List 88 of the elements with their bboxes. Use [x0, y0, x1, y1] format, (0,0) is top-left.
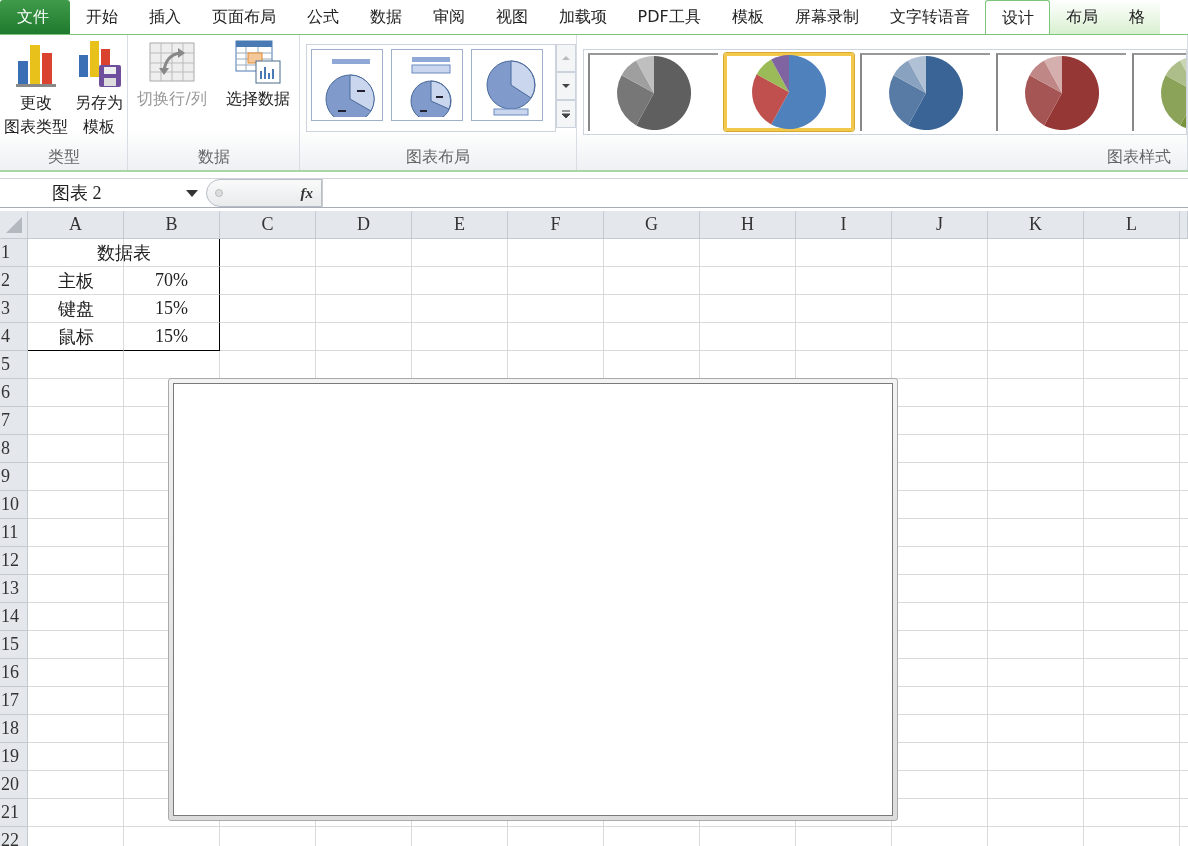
ribbon-button[interactable]: 另存为 模板 — [75, 39, 124, 139]
ribbon-tab[interactable]: 屏幕录制 — [779, 0, 875, 34]
chart-style-thumbnail[interactable] — [588, 53, 718, 131]
row-header[interactable]: 12 — [0, 547, 28, 575]
column-header[interactable]: H — [700, 211, 796, 239]
ribbon-tab[interactable]: 布局 — [1050, 0, 1114, 34]
group-label: 类型 — [46, 146, 81, 168]
insert-function-button[interactable]: fx — [300, 184, 313, 202]
chart-style-thumbnail[interactable] — [996, 53, 1126, 131]
row-header[interactable]: 5 — [0, 351, 28, 379]
name-box-value: 图表 2 — [52, 182, 102, 205]
chart-style-thumbnail[interactable] — [724, 53, 854, 131]
column-header[interactable]: D — [316, 211, 412, 239]
ribbon-tab[interactable]: 视图 — [480, 0, 543, 34]
ribbon-button[interactable]: 选择数据 — [225, 39, 290, 111]
pie-chart-icon — [616, 55, 692, 131]
row-header[interactable]: 22 — [0, 827, 28, 846]
column-header[interactable]: C — [220, 211, 316, 239]
row-header[interactable]: 20 — [0, 771, 28, 799]
more-button[interactable] — [556, 100, 576, 128]
column-header[interactable]: F — [508, 211, 604, 239]
pie-chart-icon — [1024, 55, 1100, 131]
file-tab[interactable]: 文件 — [0, 0, 70, 34]
row-header[interactable]: 4 — [0, 323, 28, 351]
column-header[interactable]: K — [988, 211, 1084, 239]
ribbon-tab[interactable]: 页面布局 — [196, 0, 291, 34]
row-header[interactable]: 3 — [0, 295, 28, 323]
column-header[interactable]: G — [604, 211, 700, 239]
table-cell: 15% — [124, 295, 220, 323]
row-header[interactable]: 6 — [0, 379, 28, 407]
table-cell: 15% — [124, 323, 220, 351]
row-header[interactable]: 21 — [0, 799, 28, 827]
column-header[interactable]: B — [124, 211, 220, 239]
row-header[interactable]: 19 — [0, 743, 28, 771]
row-header[interactable]: 16 — [0, 659, 28, 687]
layout-thumbnail[interactable] — [311, 49, 383, 121]
group-label: 数据 — [196, 146, 231, 168]
caret-down-icon — [560, 81, 572, 91]
ribbon-tab[interactable]: 模板 — [716, 0, 780, 34]
column-header[interactable]: J — [892, 211, 988, 239]
ribbon-button[interactable]: 更改 图表类型 — [3, 39, 68, 139]
scroll-down-button[interactable] — [556, 72, 576, 100]
row-header[interactable]: 15 — [0, 631, 28, 659]
row-header[interactable]: 1 — [0, 239, 28, 267]
ribbon-tab[interactable]: 设计 — [985, 0, 1051, 34]
group-label: 图表样式 — [1106, 146, 1172, 168]
ribbon-tab[interactable]: 审阅 — [417, 0, 480, 34]
ribbon-tab[interactable]: 插入 — [133, 0, 196, 34]
row-header[interactable]: 11 — [0, 519, 28, 547]
name-box[interactable]: 图表 2 — [0, 179, 206, 207]
row-header[interactable]: 10 — [0, 491, 28, 519]
table-cell: 70% — [124, 267, 220, 295]
pie-chart-icon — [888, 55, 964, 131]
layout-thumbnail[interactable] — [471, 49, 543, 121]
row-header[interactable]: 8 — [0, 435, 28, 463]
expand-icon — [560, 109, 572, 119]
table-cell: 主板 — [28, 267, 124, 295]
table-arrow-icon — [148, 39, 197, 85]
table-title: 数据表 — [28, 239, 220, 267]
table-cell: 键盘 — [28, 295, 124, 323]
group-label: 图表布局 — [405, 146, 471, 168]
row-header[interactable]: 13 — [0, 575, 28, 603]
ribbon-tab[interactable]: PDF工具 — [622, 0, 717, 34]
layout-thumbnail[interactable] — [391, 49, 463, 121]
column-header[interactable]: L — [1084, 211, 1180, 239]
ribbon-tab[interactable]: 开始 — [70, 0, 133, 34]
ribbon-tab[interactable]: 文字转语音 — [874, 0, 986, 34]
column-header[interactable]: A — [28, 211, 124, 239]
formula-bar-control[interactable]: fx — [206, 179, 322, 207]
caret-up-icon — [560, 53, 572, 63]
column-header[interactable]: E — [412, 211, 508, 239]
row-header[interactable]: 7 — [0, 407, 28, 435]
row-header[interactable]: 17 — [0, 687, 28, 715]
dot-icon — [215, 189, 223, 197]
chart-style-thumbnail[interactable] — [860, 53, 990, 131]
row-header[interactable]: 18 — [0, 715, 28, 743]
table-chart-icon — [233, 39, 282, 85]
column-header[interactable]: I — [796, 211, 892, 239]
pie-chart-icon — [751, 54, 827, 130]
ribbon-tab[interactable]: 格 — [1113, 0, 1161, 34]
dropdown-caret-icon — [186, 189, 198, 197]
table-cell: 鼠标 — [28, 323, 124, 351]
row-header[interactable]: 2 — [0, 267, 28, 295]
row-header[interactable]: 14 — [0, 603, 28, 631]
ribbon-tab[interactable]: 公式 — [291, 0, 354, 34]
ribbon-tab[interactable]: 加载项 — [543, 0, 622, 34]
ribbon-tab[interactable]: 数据 — [354, 0, 417, 34]
row-header[interactable]: 9 — [0, 463, 28, 491]
